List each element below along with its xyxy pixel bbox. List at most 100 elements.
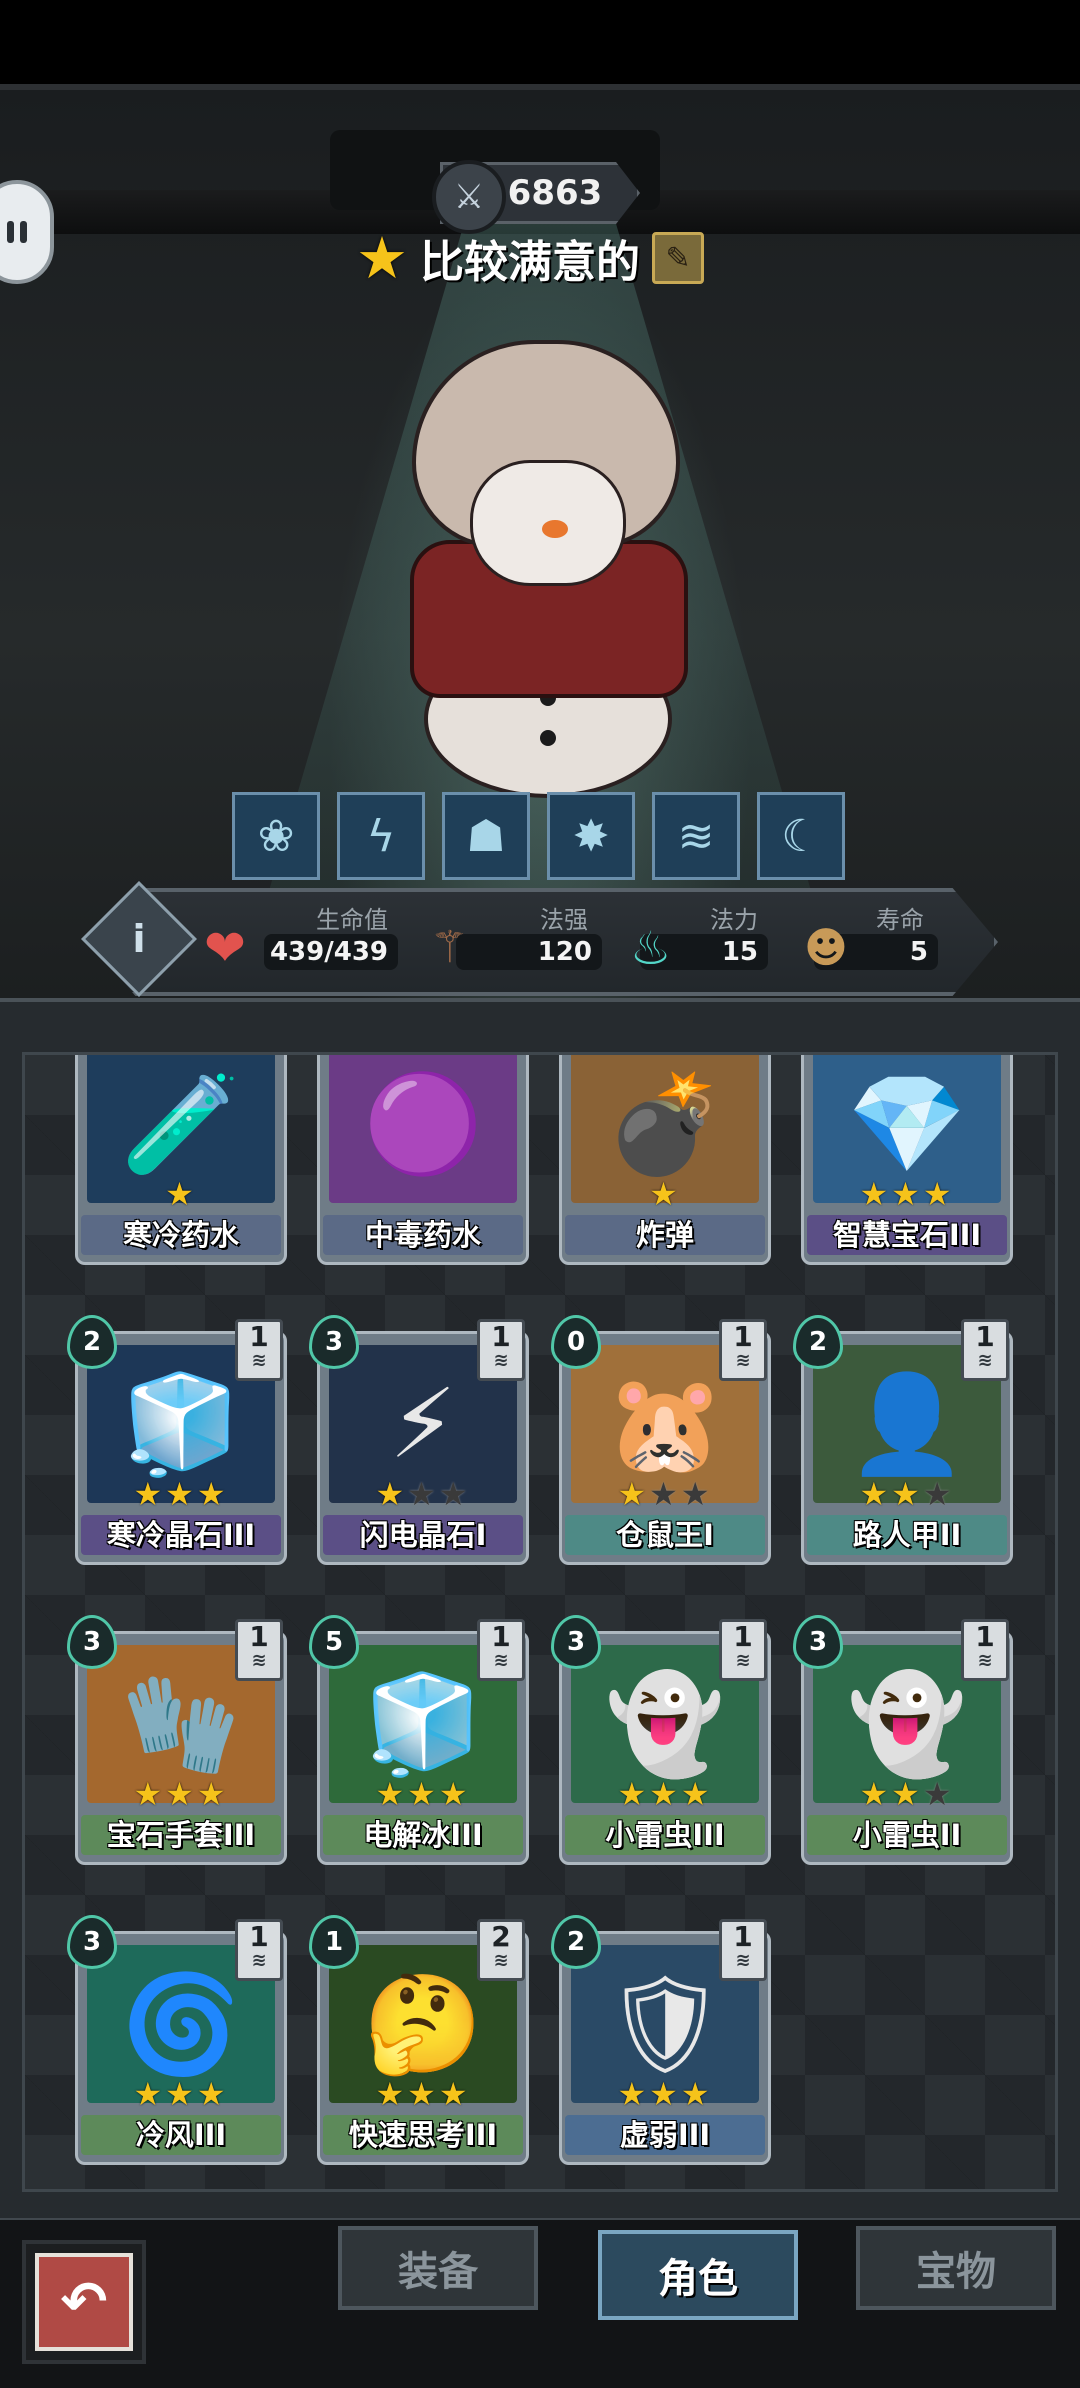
card-stars: ★★★: [801, 1175, 1013, 1213]
star-icon: ★: [196, 2075, 229, 2113]
card-cost-badge: 2: [551, 1915, 601, 1969]
star-icon: ★: [165, 1775, 197, 1813]
star-icon: ★: [133, 1475, 166, 1513]
layers-icon: ≋: [493, 1650, 509, 1671]
star-icon: ★: [922, 1775, 955, 1813]
card-item[interactable]: 💎 ★★★ 智慧宝石III: [801, 1055, 1013, 1265]
card-item[interactable]: 🧊 ★★★ 寒冷晶石III 2 1 ≋: [67, 1315, 287, 1565]
card-item[interactable]: 🟣 中毒药水: [317, 1055, 529, 1265]
star-icon: ★: [891, 1775, 923, 1813]
layers-icon: ≋: [977, 1350, 993, 1371]
star-icon: ★: [617, 1475, 650, 1513]
star-icon: ★: [407, 1775, 439, 1813]
card-item[interactable]: 🛡 ★★★ 虚弱III 2 1 ≋: [551, 1915, 771, 2165]
star-icon: ★: [649, 1475, 681, 1513]
tab-equipment[interactable]: 装备: [338, 2226, 538, 2310]
card-level-badge: 1 ≋: [477, 1619, 525, 1681]
mood-text: 比较满意的: [420, 237, 640, 288]
card-level-badge: 1 ≋: [719, 1919, 767, 1981]
card-item[interactable]: 👤 ★★★ 路人甲II 2 1 ≋: [793, 1315, 1013, 1565]
card-stars: ★★★: [559, 1475, 771, 1513]
card-level-badge: 2 ≋: [477, 1919, 525, 1981]
star-icon: ★: [680, 1775, 713, 1813]
back-arrow-icon: ↶: [35, 2253, 133, 2351]
tab-treasure[interactable]: 宝物: [856, 2226, 1056, 2310]
stat-value: 439/439: [264, 934, 398, 970]
rose-icon[interactable]: ❀: [232, 792, 320, 880]
tab-character[interactable]: 角色: [598, 2230, 798, 2320]
card-level-value: 1: [975, 1620, 995, 1653]
character-sprite[interactable]: [390, 340, 700, 800]
back-button[interactable]: ↶: [22, 2240, 146, 2364]
pause-button[interactable]: [0, 180, 54, 284]
star-icon: ★: [407, 1475, 439, 1513]
card-stars: ★★★: [317, 1775, 529, 1813]
card-level-value: 1: [733, 1320, 753, 1353]
card-item[interactable]: 🌀 ★★★ 冷风III 3 1 ≋: [67, 1915, 287, 2165]
card-stars: ★: [75, 1175, 287, 1213]
claw-icon[interactable]: ≋: [652, 792, 740, 880]
stat-label: 法力: [710, 906, 758, 934]
status-bar: [0, 0, 1080, 84]
card-level-value: 1: [491, 1620, 511, 1653]
card-name: 宝石手套III: [81, 1815, 281, 1855]
layers-icon: ≋: [493, 1950, 509, 1971]
hamster-icon: ☻: [804, 923, 848, 972]
star-icon: ★: [196, 1775, 229, 1813]
card-name: 小雷虫II: [807, 1815, 1007, 1855]
layers-icon: ≋: [735, 1950, 751, 1971]
card-level-value: 1: [733, 1920, 753, 1953]
card-item[interactable]: 🧊 ★★★ 电解冰III 5 1 ≋: [309, 1615, 529, 1865]
card-item[interactable]: 💣 ★ 炸弹: [559, 1055, 771, 1265]
card-cost-badge: 3: [551, 1615, 601, 1669]
crack-icon[interactable]: ϟ: [337, 792, 425, 880]
card-cost-badge: 3: [67, 1615, 117, 1669]
mood-row: ★ 比较满意的 ✎: [356, 222, 704, 294]
star-icon: ★: [165, 1175, 197, 1213]
stat-life: 寿命 5 ☻: [800, 900, 940, 980]
character-button: [540, 730, 556, 746]
star-icon: ★: [859, 1175, 892, 1213]
layers-icon: ≋: [251, 1650, 267, 1671]
card-stars: ★★★: [559, 2075, 771, 2113]
card-name: 冷风III: [81, 2115, 281, 2155]
card-name: 寒冷晶石III: [81, 1515, 281, 1555]
card-stars: ★★★: [317, 2075, 529, 2113]
card-level-badge: 1 ≋: [235, 1619, 283, 1681]
star-icon: ★: [859, 1775, 892, 1813]
character-nose: [542, 520, 568, 538]
card-name: 虚弱III: [565, 2115, 765, 2155]
card-item[interactable]: 🤔 ★★★ 快速思考III 1 2 ≋: [309, 1915, 529, 2165]
card-item[interactable]: ⚡ ★★★ 闪电晶石I 3 1 ≋: [309, 1315, 529, 1565]
star-icon: ★: [891, 1175, 923, 1213]
ghost-icon[interactable]: ☗: [442, 792, 530, 880]
star-icon: ★: [680, 2075, 713, 2113]
card-level-value: 2: [491, 1920, 511, 1953]
star-icon: ★: [438, 1475, 471, 1513]
star-icon: ★: [133, 2075, 166, 2113]
layers-icon: ≋: [735, 1350, 751, 1371]
card-cost-badge: 5: [309, 1615, 359, 1669]
card-stars: ★★★: [75, 1775, 287, 1813]
skill-icons: ❀ ϟ ☗ ✸ ≋ ☾: [232, 792, 845, 880]
star-icon: ★: [375, 2075, 408, 2113]
card-level-value: 1: [975, 1320, 995, 1353]
burst-icon[interactable]: ✸: [547, 792, 635, 880]
card-cost-badge: 2: [793, 1315, 843, 1369]
score-value: 6863: [507, 173, 603, 213]
card-item[interactable]: 🧤 ★★★ 宝石手套III 3 1 ≋: [67, 1615, 287, 1865]
star-icon: ★: [859, 1475, 892, 1513]
card-level-badge: 1 ≋: [961, 1319, 1009, 1381]
card-level-value: 1: [249, 1320, 269, 1353]
stat-label: 生命值: [316, 906, 388, 934]
moon-heart-icon[interactable]: ☾: [757, 792, 845, 880]
card-item[interactable]: 👻 ★★★ 小雷虫III 3 1 ≋: [551, 1615, 771, 1865]
card-item[interactable]: 🧪 ★ 寒冷药水: [75, 1055, 287, 1265]
star-icon: ★: [922, 1175, 955, 1213]
card-item[interactable]: 🐹 ★★★ 仓鼠王I 0 1 ≋: [551, 1315, 771, 1565]
star-icon: ★: [438, 1775, 471, 1813]
card-inventory[interactable]: 🧪 ★ 寒冷药水 🟣 中毒药水 💣 ★ 炸弹 💎 ★★★ 智慧宝石III 🧊 ★★★ 寒冷晶石III 2 1 ≋…: [22, 1052, 1058, 2192]
card-stars: ★★★: [801, 1475, 1013, 1513]
edit-icon[interactable]: ✎: [652, 232, 704, 284]
card-item[interactable]: 👻 ★★★ 小雷虫II 3 1 ≋: [793, 1615, 1013, 1865]
